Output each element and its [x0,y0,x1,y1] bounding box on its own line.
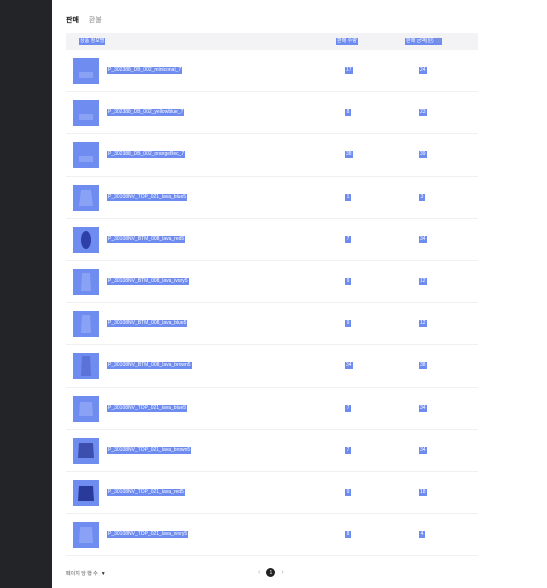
sales-count: 9 [345,320,351,328]
product-name[interactable]: P_30108NV_BTM_008_lava_blue5 [107,320,188,328]
product-name[interactable]: P_30108NV_TOP_021_lava_ivory5 [107,531,189,539]
view-count: 12 [419,277,427,285]
sidebar [0,0,52,588]
view-count: 24 [419,67,427,74]
sales-count: 7 [345,446,351,454]
page-button-current[interactable]: 1 [266,568,276,577]
product-name[interactable]: P_302388_DB_002_miniconal_7 [107,67,183,74]
view-count: 39 [419,151,427,159]
product-thumbnail [73,100,99,127]
product-thumbnail [73,142,99,169]
header-product-name[interactable]: 상품 정보명 [79,38,106,45]
tab-refund[interactable]: 환불 [89,16,102,28]
product-name[interactable]: P_30108NV_TOP_021_lava_blue5 [107,404,188,412]
product-thumbnail [73,184,99,211]
sales-count: 7 [345,404,351,412]
sales-count: 34 [345,362,353,370]
table-row[interactable]: P_30108NV_BTM_008_lava_red5 7 34 [66,219,478,261]
view-count: 3 [419,193,425,201]
table-footer: 페이지 당 행 수 ▼ ‹ 1 › [66,566,478,580]
chevron-right-icon[interactable]: › [281,569,283,576]
product-thumbnail [73,522,99,549]
sales-count: 17 [345,67,353,74]
caret-down-icon: ▼ [100,571,106,577]
table-row[interactable]: P_30108NV_BTM_008_lava_ivory5 9 12 [66,261,478,304]
product-thumbnail [73,226,99,253]
view-count: 23 [419,109,427,117]
info-icon: ⓘ [435,38,441,44]
sales-count: 9 [345,277,351,285]
product-name[interactable]: P_30108NV_TOP_021_lava_red5 [107,488,185,496]
sales-count: 38 [345,151,353,159]
tab-bar: 판매 환불 [66,16,102,28]
table-row[interactable]: P_30108NV_BTM_008_lava_blue5 9 12 [66,303,478,346]
table-row[interactable]: P_30108NV_TOP_021_lava_ivory5 8 4 [66,514,478,557]
table-body: P_302388_DB_002_miniconal_7 17 24 P_302388_… [66,50,478,557]
product-table: 상품 정보명 판매 수량 판매 금액(원) ⓘ P_302388_DB_002_m… [66,33,478,557]
header-view-count[interactable]: 판매 금액(원) ⓘ [405,38,442,45]
product-thumbnail [73,479,99,506]
table-header: 상품 정보명 판매 수량 판매 금액(원) ⓘ [66,33,478,50]
table-row[interactable]: P_302388_DB_002_orangeBec_7 38 39 [66,134,478,177]
view-count: 18 [419,488,427,496]
table-row[interactable]: P_302388_DB_002_yellowblue_7 8 23 [66,92,478,135]
product-name[interactable]: P_30108NV_BTM_008_lava_ivory5 [107,277,189,285]
rows-per-page-label: 페이지 당 행 수 [66,571,98,577]
tab-sales[interactable]: 판매 [66,16,79,28]
table-row[interactable]: P_30108NV_TOP_021_lava_brown5 7 34 [66,430,478,472]
pagination: ‹ 1 › [258,568,284,577]
sales-count: 1 [345,193,351,201]
product-name[interactable]: P_30108NV_BTM_008_lava_brown5 [107,362,192,370]
product-thumbnail [73,437,99,464]
sales-count: 8 [345,531,351,539]
rows-per-page-select[interactable]: 페이지 당 행 수 ▼ [66,570,106,577]
header-view-count-label: 판매 금액(원) [406,38,434,44]
table-row[interactable]: P_30108NV_TOP_021_lava_red5 9 18 [66,472,478,515]
product-thumbnail [73,58,99,84]
header-sales-count[interactable]: 판매 수량 [336,38,358,45]
product-name[interactable]: P_30108NV_BTM_008_lava_red5 [107,235,186,243]
product-name[interactable]: P_302388_DB_002_yellowblue_7 [107,109,185,117]
product-thumbnail [73,268,99,295]
table-row[interactable]: P_302388_DB_002_miniconal_7 17 24 [66,50,478,93]
product-name[interactable]: P_30108NV_TOP_021_lava_blue5 [107,193,188,201]
view-count: 38 [419,362,427,370]
product-thumbnail [73,395,99,422]
view-count: 34 [419,446,427,454]
view-count: 34 [419,235,427,243]
sales-count: 9 [345,488,351,496]
product-thumbnail [73,311,99,338]
table-row[interactable]: P_30108NV_BTM_008_lava_brown5 34 38 [66,345,478,388]
chevron-left-icon[interactable]: ‹ [258,569,260,576]
main-panel: 판매 환불 상품 정보명 판매 수량 판매 금액(원) ⓘ P_302388_DB… [52,0,547,588]
table-row[interactable]: P_30108NV_TOP_021_lava_blue5 1 3 [66,177,478,219]
view-count: 4 [419,531,425,539]
product-name[interactable]: P_302388_DB_002_orangeBec_7 [107,151,186,159]
view-count: 12 [419,320,427,328]
table-row[interactable]: P_30108NV_TOP_021_lava_blue5 7 34 [66,388,478,430]
sales-count: 7 [345,235,351,243]
product-name[interactable]: P_30108NV_TOP_021_lava_brown5 [107,446,192,454]
sales-count: 8 [345,109,351,117]
view-count: 34 [419,404,427,412]
product-thumbnail [73,353,99,380]
